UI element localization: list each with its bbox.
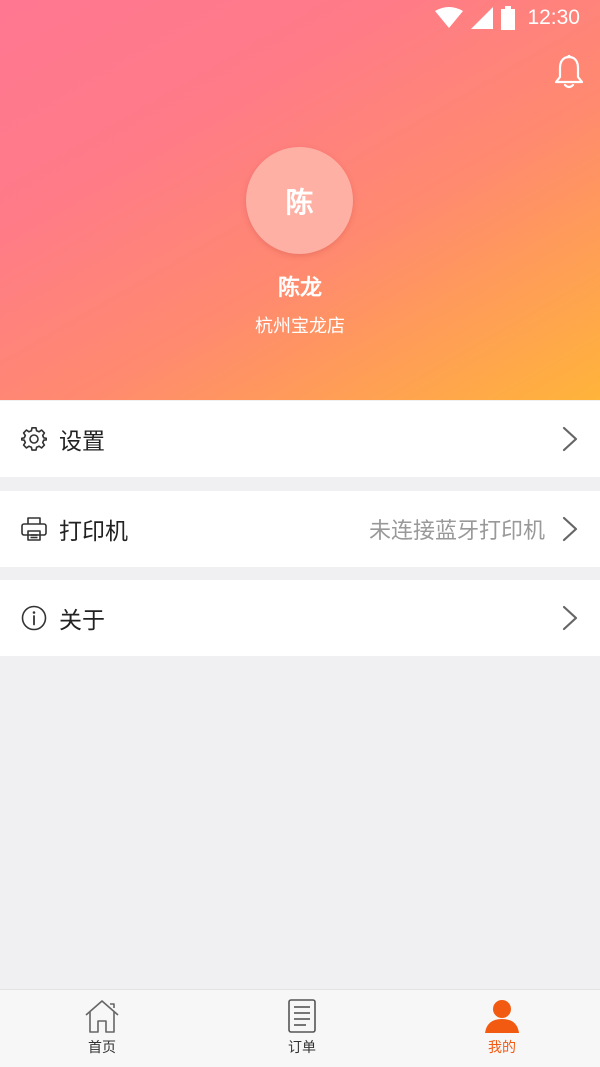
avatar[interactable]: 陈	[246, 147, 353, 254]
printer-status: 未连接蓝牙打印机	[368, 519, 545, 544]
status-bar: 12:30	[0, 0, 600, 36]
printer-icon	[21, 517, 47, 541]
signal-icon	[471, 7, 494, 29]
profile-header: 12:30 陈 陈龙 杭州宝龙店	[0, 0, 600, 400]
store-name: 杭州宝龙店	[255, 316, 345, 337]
bell-icon[interactable]	[554, 54, 584, 90]
tab-orders[interactable]: 订单	[202, 990, 402, 1067]
about-row[interactable]: 关于	[0, 580, 600, 656]
tab-mine[interactable]: 我的	[402, 990, 600, 1067]
chevron-right-icon	[562, 516, 578, 542]
printer-row[interactable]: 打印机 未连接蓝牙打印机	[0, 491, 600, 567]
user-name: 陈龙	[277, 276, 322, 301]
chevron-right-icon	[562, 426, 578, 452]
bottom-nav: 首页 订单 我的	[0, 989, 600, 1067]
settings-row[interactable]: 设置	[0, 401, 600, 477]
app-screen: 12:30 陈 陈龙 杭州宝龙店 设置 打印机 未连接蓝牙打印机 关于 首页 订…	[0, 0, 600, 1067]
settings-label: 设置	[59, 429, 105, 455]
chevron-right-icon	[562, 605, 578, 631]
battery-icon	[501, 6, 516, 30]
tab-home-label: 首页	[88, 1040, 116, 1056]
status-time: 12:30	[527, 6, 580, 29]
info-icon	[21, 605, 47, 631]
avatar-text: 陈	[285, 185, 314, 219]
order-list-icon	[288, 999, 316, 1033]
printer-label: 打印机	[59, 519, 128, 545]
status-icons: 12:30	[435, 6, 580, 30]
about-label: 关于	[59, 608, 105, 634]
tab-home[interactable]: 首页	[2, 990, 202, 1067]
tab-mine-label: 我的	[488, 1040, 516, 1056]
user-icon	[485, 1000, 519, 1033]
tab-orders-label: 订单	[288, 1040, 316, 1056]
wifi-icon	[435, 7, 464, 28]
gear-icon	[21, 426, 47, 451]
home-icon	[85, 1000, 119, 1033]
